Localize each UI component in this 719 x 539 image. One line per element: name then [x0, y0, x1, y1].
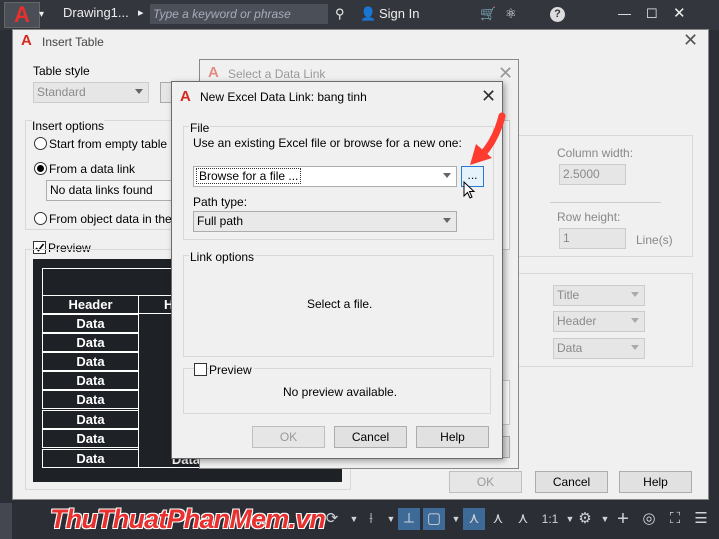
chevron-down-icon: [631, 292, 639, 297]
header-style-select[interactable]: Header: [553, 311, 645, 332]
select-file-message: Select a file.: [307, 297, 373, 311]
insert-table-close-icon[interactable]: ✕: [683, 31, 698, 49]
red-arrow-annotation-icon: [470, 112, 506, 165]
start-empty-label: Start from empty table: [49, 137, 168, 151]
insert-table-title: Insert Table: [42, 35, 104, 49]
minimize-button[interactable]: —: [618, 0, 631, 29]
chevron-down-icon: [631, 318, 639, 323]
search-input[interactable]: Type a keyword or phrase: [150, 4, 328, 24]
polar-tracking-icon[interactable]: ⟳: [321, 508, 343, 530]
title-style-value: Title: [557, 288, 580, 302]
isolate-objects-icon[interactable]: ◎: [638, 508, 660, 530]
preview-data-cell: Data: [42, 449, 139, 468]
plus-icon[interactable]: +: [612, 508, 634, 530]
path-type-label: Path type:: [193, 195, 248, 209]
user-icon[interactable]: 👤: [360, 0, 376, 29]
insert-table-cancel-button[interactable]: Cancel: [535, 471, 608, 493]
row-height-value: 1: [563, 231, 570, 245]
path-type-select[interactable]: Full path: [193, 211, 457, 232]
autocad-small-icon: A: [21, 32, 32, 49]
from-object-label: From object data in the d: [49, 212, 182, 226]
column-width-value: 2.5000: [563, 167, 600, 181]
table-style-value: Standard: [37, 85, 86, 99]
table-style-select[interactable]: Standard: [33, 82, 149, 103]
fullscreen-icon[interactable]: ⛶: [664, 508, 686, 530]
chevron-down-icon: [135, 89, 143, 94]
from-object-radio[interactable]: [34, 212, 47, 225]
excel-link-ok-button[interactable]: OK: [252, 426, 325, 448]
title-style-select[interactable]: Title: [553, 285, 645, 306]
annotation-scale-icon[interactable]: ⋏: [463, 508, 485, 530]
maximize-button[interactable]: ☐: [646, 0, 658, 29]
autocad-logo-button[interactable]: A: [4, 2, 40, 28]
mouse-cursor-icon: [463, 181, 476, 199]
autocad-small-icon: A: [180, 88, 191, 105]
insert-options-label: Insert options: [32, 119, 105, 133]
preview-data-cell: Data: [42, 371, 139, 390]
chevron-down-icon: [631, 345, 639, 350]
column-width-label: Column width:: [557, 146, 634, 160]
path-type-value: Full path: [197, 214, 244, 228]
preview-data-cell: Data: [42, 352, 139, 371]
insert-table-help-button[interactable]: Help: [619, 471, 692, 493]
file-group-label: File: [189, 121, 211, 135]
connect-icon[interactable]: ⚛: [505, 0, 517, 29]
isodraft-icon[interactable]: ⟊: [360, 508, 382, 530]
data-style-select[interactable]: Data: [553, 338, 645, 359]
preview-data-cell: Data: [42, 314, 139, 333]
preview-data-cell: Data: [42, 333, 139, 352]
select-data-link-title: Select a Data Link: [228, 67, 326, 81]
sign-in-link[interactable]: Sign In: [379, 0, 419, 29]
close-app-button[interactable]: ✕: [673, 0, 686, 29]
from-data-link-radio[interactable]: [34, 162, 47, 175]
new-excel-link-close-icon[interactable]: ✕: [481, 87, 496, 105]
preview-header-cell: Header: [42, 295, 139, 314]
chevron-down-icon: [443, 173, 451, 178]
divider: [550, 202, 661, 203]
browse-file-select[interactable]: Browse for a file ...: [193, 166, 457, 187]
watermark-text: ThuThuatPhanMem.vn: [50, 504, 326, 534]
excel-link-cancel-button[interactable]: Cancel: [334, 426, 407, 448]
binoculars-icon[interactable]: ⚲: [335, 0, 345, 29]
status-left-strip: [0, 503, 12, 539]
insert-table-ok-button[interactable]: OK: [449, 471, 522, 493]
autocad-logo-icon: A: [14, 2, 30, 27]
excel-preview-checkbox[interactable]: [194, 363, 207, 376]
browse-file-value: Browse for a file ...: [195, 168, 302, 184]
new-excel-link-title: New Excel Data Link: bang tinh: [200, 90, 367, 104]
data-link-select[interactable]: No data links found: [46, 180, 173, 201]
help-icon[interactable]: ?: [550, 7, 565, 22]
from-data-link-label: From a data link: [49, 162, 136, 176]
logo-caret-icon[interactable]: ▾: [39, 0, 44, 30]
excel-link-help-button[interactable]: Help: [416, 426, 489, 448]
table-style-label: Table style: [33, 64, 90, 78]
drawing-title: Drawing1...: [63, 5, 129, 20]
row-height-label: Row height:: [557, 210, 621, 224]
object-snap-icon[interactable]: ⟂: [398, 508, 420, 530]
snap-box-icon[interactable]: ▢: [423, 508, 445, 530]
no-preview-message: No preview available.: [283, 385, 398, 399]
data-link-value: No data links found: [50, 183, 153, 197]
header-style-value: Header: [557, 314, 597, 328]
link-options-label: Link options: [189, 250, 256, 264]
excel-preview-label: Preview: [209, 363, 254, 377]
file-hint-text: Use an existing Excel file or browse for…: [193, 136, 462, 150]
data-style-value: Data: [557, 341, 583, 355]
preview-data-cell: Data: [42, 410, 139, 429]
nav-arrow-icon[interactable]: ▸: [138, 0, 144, 28]
chevron-down-icon: [443, 218, 451, 223]
lines-label: Line(s): [636, 233, 673, 247]
preview-data-cell: Data: [42, 390, 139, 409]
gear-icon[interactable]: ⚙: [574, 508, 596, 530]
auto-scale-icon[interactable]: ⋏: [512, 508, 534, 530]
customize-menu-icon[interactable]: ☰: [690, 508, 712, 530]
row-height-input[interactable]: 1: [559, 228, 626, 249]
preview-data-cell: Data: [42, 429, 139, 448]
annotation-visibility-icon[interactable]: ⋏: [487, 508, 509, 530]
cart-icon[interactable]: 🛒: [480, 0, 496, 29]
start-empty-radio[interactable]: [34, 137, 47, 150]
column-width-input[interactable]: 2.5000: [559, 164, 626, 185]
autocad-small-icon: A: [208, 64, 219, 81]
select-data-link-close-icon[interactable]: ✕: [498, 64, 513, 82]
